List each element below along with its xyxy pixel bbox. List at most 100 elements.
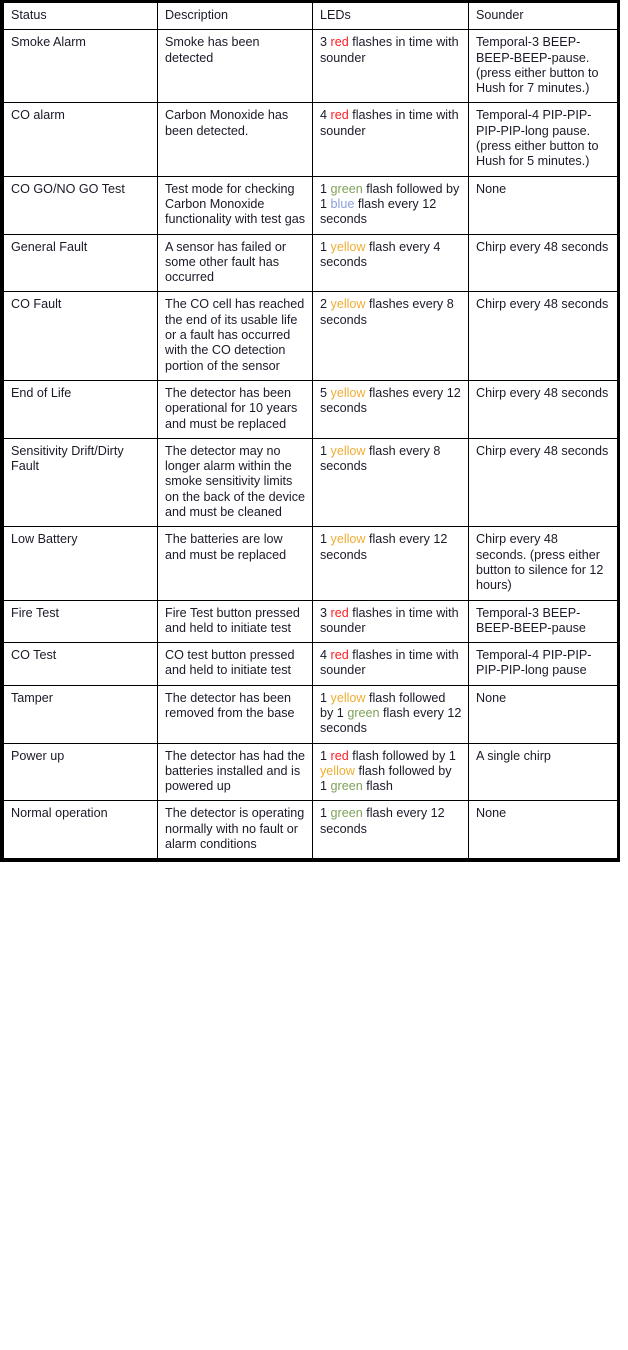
cell-sounder: Chirp every 48 seconds	[468, 291, 618, 381]
cell-description: The CO cell has reached the end of its u…	[157, 291, 313, 381]
cell-leds: 4 red flashes in time with sounder	[312, 102, 469, 177]
led-text-segment: 2	[320, 297, 331, 312]
led-text-segment: flash followed by 1	[348, 748, 456, 763]
led-color-keyword-yellow: yellow	[330, 385, 366, 400]
led-text-segment: 1	[320, 181, 331, 196]
table-row: General Fault A sensor has failed or some…	[3, 233, 618, 293]
led-color-keyword-yellow: yellow	[330, 690, 366, 705]
led-text-segment: 4	[320, 648, 331, 663]
cell-status: CO alarm	[3, 102, 158, 177]
cell-status: CO GO/NO GO Test	[3, 175, 158, 235]
cell-leds: 1 green flash followed by 1 blue flash e…	[312, 175, 469, 235]
led-text-segment: 1	[320, 748, 331, 763]
cell-sounder: None	[468, 800, 618, 860]
cell-sounder: Chirp every 48 seconds	[468, 379, 618, 439]
cell-sounder: A single chirp	[468, 742, 618, 802]
led-color-keyword-yellow: yellow	[330, 297, 366, 312]
cell-leds: 1 yellow flash followed by 1 green flash…	[312, 684, 469, 744]
cell-leds: 3 red flashes in time with sounder	[312, 29, 469, 104]
cell-leds: 3 red flashes in time with sounder	[312, 599, 469, 644]
cell-description: Test mode for checking Carbon Monoxide f…	[157, 175, 313, 235]
cell-leds: 1 red flash followed by 1 yellow flash f…	[312, 742, 469, 802]
cell-leds: 5 yellow flashes every 12 seconds	[312, 379, 469, 439]
cell-leds: 1 green flash every 12 seconds	[312, 800, 469, 860]
led-text-segment: 1	[320, 690, 331, 705]
table-row: Sensitivity Drift/Dirty Fault The detecto…	[3, 437, 618, 528]
cell-leds: 2 yellow flashes every 8 seconds	[312, 291, 469, 381]
table-row: Fire Test Fire Test button pressed and he…	[3, 599, 618, 644]
cell-status: Sensitivity Drift/Dirty Fault	[3, 437, 158, 528]
table-row: Power up The detector has had the batteri…	[3, 742, 618, 802]
table-header: Status Description LEDs Sounder	[3, 3, 618, 31]
cell-status: Normal operation	[3, 800, 158, 860]
led-text-segment: 5	[320, 385, 331, 400]
cell-status: Power up	[3, 742, 158, 802]
cell-description: CO test button pressed and held to initi…	[157, 642, 313, 686]
led-color-keyword-yellow: yellow	[320, 763, 355, 778]
table-body: Smoke Alarm Smoke has been detected 3 red …	[3, 29, 618, 860]
table-row: CO Fault The CO cell has reached the end …	[3, 291, 618, 381]
led-text-segment: flash	[362, 779, 393, 794]
cell-leds: 1 yellow flash every 4 seconds	[312, 233, 469, 293]
cell-leds: 1 yellow flash every 12 seconds	[312, 526, 469, 601]
cell-sounder: Temporal-4 PIP-PIP-PIP-PIP-long pause	[468, 642, 618, 686]
led-text-segment: 1	[320, 532, 331, 547]
led-text-segment: 3	[320, 35, 331, 50]
led-color-keyword-green: green	[347, 705, 380, 720]
cell-description: The detector is operating normally with …	[157, 800, 313, 860]
table-row: Normal operation The detector is operatin…	[3, 800, 618, 860]
led-color-keyword-red: red	[330, 748, 349, 763]
led-color-keyword-yellow: yellow	[330, 532, 366, 547]
cell-description: Smoke has been detected	[157, 29, 313, 104]
cell-description: The detector has been removed from the b…	[157, 684, 313, 744]
cell-status: Smoke Alarm	[3, 29, 158, 104]
led-color-keyword-red: red	[330, 108, 349, 123]
led-text-segment: 1	[320, 443, 331, 458]
cell-description: The detector may no longer alarm within …	[157, 437, 313, 528]
led-color-keyword-yellow: yellow	[330, 443, 366, 458]
cell-status: Tamper	[3, 684, 158, 744]
cell-sounder: None	[468, 684, 618, 744]
table-row: End of Life The detector has been operati…	[3, 379, 618, 439]
cell-leds: 4 red flashes in time with sounder	[312, 642, 469, 686]
led-color-keyword-red: red	[330, 648, 349, 663]
cell-status: CO Test	[3, 642, 158, 686]
detector-status-table: Status Description LEDs Sounder Smoke Al…	[3, 3, 618, 860]
table-row: Low Battery The batteries are low and mus…	[3, 526, 618, 601]
table-row: Tamper The detector has been removed from…	[3, 684, 618, 744]
led-color-keyword-red: red	[330, 35, 349, 50]
detector-status-table-container: Status Description LEDs Sounder Smoke Al…	[0, 0, 620, 863]
column-header-leds: LEDs	[312, 3, 469, 31]
led-color-keyword-blue: blue	[330, 196, 355, 211]
led-text-segment: 4	[320, 108, 331, 123]
led-text-segment: 1	[320, 806, 331, 821]
table-row: CO alarm Carbon Monoxide has been detecte…	[3, 102, 618, 177]
cell-sounder: Chirp every 48 seconds. (press either bu…	[468, 526, 618, 601]
column-header-status: Status	[3, 3, 158, 31]
cell-status: CO Fault	[3, 291, 158, 381]
cell-description: A sensor has failed or some other fault …	[157, 233, 313, 293]
cell-sounder: Chirp every 48 seconds	[468, 233, 618, 293]
column-header-description: Description	[157, 3, 313, 31]
led-color-keyword-green: green	[330, 806, 363, 821]
cell-sounder: None	[468, 175, 618, 235]
cell-description: The detector has had the batteries insta…	[157, 742, 313, 802]
cell-status: General Fault	[3, 233, 158, 293]
cell-description: The detector has been operational for 10…	[157, 379, 313, 439]
cell-sounder: Temporal-3 BEEP-BEEP-BEEP-pause	[468, 599, 618, 644]
led-color-keyword-yellow: yellow	[330, 239, 366, 254]
led-text-segment: 1	[320, 239, 331, 254]
cell-sounder: Temporal-3 BEEP-BEEP-BEEP-pause. (press …	[468, 29, 618, 104]
led-color-keyword-red: red	[330, 605, 349, 620]
table-row: CO Test CO test button pressed and held t…	[3, 642, 618, 686]
column-header-sounder: Sounder	[468, 3, 618, 31]
cell-status: End of Life	[3, 379, 158, 439]
cell-description: Fire Test button pressed and held to ini…	[157, 599, 313, 644]
cell-status: Low Battery	[3, 526, 158, 601]
led-color-keyword-green: green	[330, 779, 363, 794]
table-row: Smoke Alarm Smoke has been detected 3 red …	[3, 29, 618, 104]
led-color-keyword-green: green	[330, 181, 363, 196]
led-text-segment: 3	[320, 605, 331, 620]
cell-sounder: Temporal-4 PIP-PIP-PIP-PIP-long pause. (…	[468, 102, 618, 177]
cell-status: Fire Test	[3, 599, 158, 644]
